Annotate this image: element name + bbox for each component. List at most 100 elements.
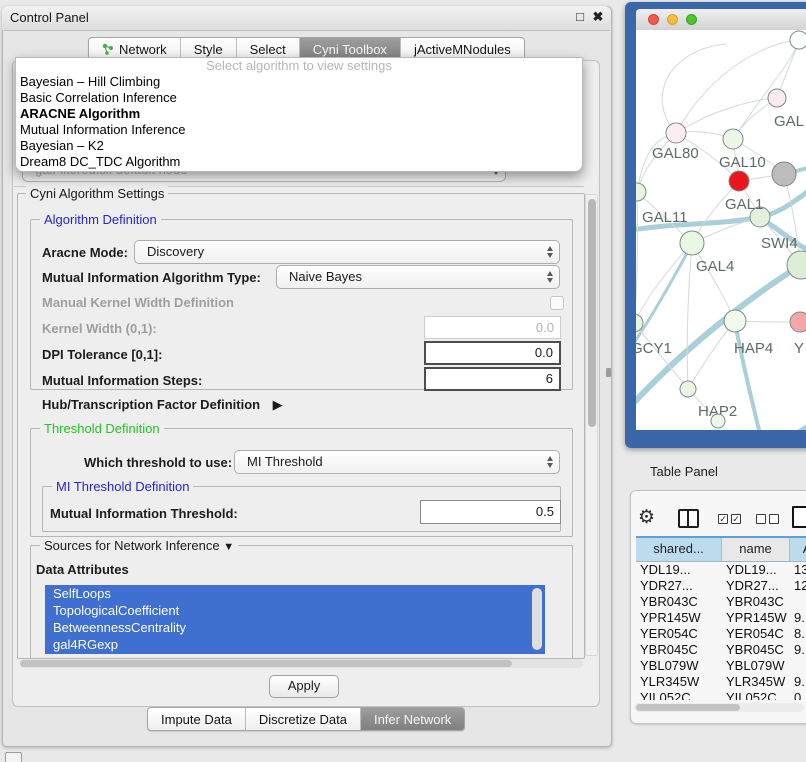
- kernel-width-field[interactable]: 0.0: [424, 316, 561, 339]
- network-node-label: HAP4: [734, 340, 773, 357]
- table-row[interactable]: YDR27...YDR27...12: [636, 578, 806, 594]
- table-cell: 9.: [790, 642, 806, 658]
- algorithm-dropdown-item[interactable]: Bayesian – Hill Climbing: [16, 74, 582, 90]
- table-cell: 12: [790, 578, 806, 594]
- network-node[interactable]: [711, 414, 725, 428]
- network-node-gal80[interactable]: [666, 123, 686, 143]
- table-cell: YLR345W: [722, 674, 790, 690]
- network-edge: [636, 192, 638, 323]
- attribute-item[interactable]: BetweennessCentrality: [45, 619, 545, 636]
- table-cell: YBL079W: [636, 658, 722, 674]
- mi-threshold-field[interactable]: 0.5: [420, 500, 561, 524]
- table-row[interactable]: YLR345WYLR345W9.: [636, 674, 806, 690]
- table-cell: YDR27...: [722, 578, 790, 594]
- network-window-titlebar[interactable]: [636, 9, 806, 31]
- table-row[interactable]: YPR145WYPR145W9.: [636, 610, 806, 626]
- network-node-y[interactable]: [790, 312, 806, 332]
- document-icon[interactable]: [792, 506, 806, 528]
- table-row[interactable]: YBR043CYBR043C: [636, 594, 806, 610]
- columns-icon[interactable]: [678, 509, 699, 528]
- tab-label: jActiveMNodules: [414, 42, 511, 57]
- network-node[interactable]: [772, 162, 796, 186]
- table-cell: YIL052C: [722, 690, 790, 700]
- gear-icon[interactable]: ⚙: [638, 508, 655, 527]
- minimize-traffic-light-icon[interactable]: [667, 14, 678, 25]
- network-node-label: GAL11: [642, 209, 688, 226]
- column-header-3[interactable]: A...: [790, 538, 806, 561]
- attribute-item[interactable]: gal4RGexp: [45, 636, 545, 653]
- tab-impute-data[interactable]: Impute Data: [148, 708, 245, 730]
- select-all-columns-icon[interactable]: ✓ ✓: [718, 514, 741, 524]
- float-window-icon[interactable]: □: [572, 9, 588, 25]
- network-node-label: GAL10: [719, 154, 766, 171]
- attribute-item[interactable]: SelfLoops: [45, 585, 545, 602]
- algorithm-dropdown-item[interactable]: Basic Correlation Inference: [16, 90, 582, 106]
- network-graph: GALGAL80GAL10GAL11GAL1SWI4GAL4GCY1HAP4YH…: [636, 30, 806, 430]
- network-node[interactable]: [729, 171, 749, 191]
- network-node-hap2[interactable]: [680, 381, 696, 397]
- network-node-gal4[interactable]: [680, 231, 704, 255]
- tab-infer-network[interactable]: Infer Network: [360, 708, 464, 730]
- table-row[interactable]: YBL079WYBL079W: [636, 658, 806, 674]
- aracne-mode-combo[interactable]: Discovery: [134, 240, 560, 264]
- settings-hscrollbar-thumb[interactable]: [20, 660, 512, 667]
- minimized-panel-icon[interactable]: [5, 752, 22, 762]
- table-cell: 9.: [790, 610, 806, 626]
- tab-discretize-data[interactable]: Discretize Data: [245, 708, 360, 730]
- attribute-item[interactable]: TopologicalCoefficient: [45, 602, 545, 619]
- network-edge: [662, 44, 726, 133]
- which-threshold-combo[interactable]: MI Threshold: [234, 450, 560, 474]
- unchecked-box-icon: [769, 514, 779, 524]
- table-cell: YDL19...: [636, 562, 722, 578]
- table-row[interactable]: YIL052CYIL052C0.: [636, 690, 806, 700]
- table-row[interactable]: YBR045CYBR045C9.: [636, 642, 806, 658]
- network-node-gal10[interactable]: [723, 129, 743, 149]
- splitter-handle[interactable]: [606, 368, 611, 377]
- stepper-icon: [547, 271, 553, 283]
- table-cell: YDL19...: [722, 562, 790, 578]
- apply-button[interactable]: Apply: [269, 675, 339, 698]
- table-cell: YBR045C: [722, 642, 790, 658]
- settings-scrollbar[interactable]: [585, 194, 598, 656]
- network-node-hap4[interactable]: [724, 310, 746, 332]
- algorithm-dropdown-item[interactable]: ARACNE Algorithm: [16, 106, 582, 122]
- column-header-1[interactable]: shared...: [636, 538, 722, 561]
- algorithm-dropdown-item[interactable]: Bayesian – K2: [16, 138, 582, 154]
- algorithm-dropdown-item[interactable]: Mutual Information Inference: [16, 122, 582, 138]
- tab-label: Impute Data: [161, 712, 232, 727]
- table-hscrollbar-thumb[interactable]: [636, 704, 740, 711]
- algorithm-dropdown-item[interactable]: Dream8 DC_TDC Algorithm: [16, 154, 582, 170]
- network-node-gal[interactable]: [768, 89, 786, 107]
- settings-scrollbar-thumb[interactable]: [588, 199, 596, 427]
- deselect-all-columns-icon[interactable]: [756, 514, 779, 524]
- bottom-tabs: Impute Data Discretize DataInfer Network: [147, 707, 465, 731]
- which-threshold-value: MI Threshold: [247, 454, 323, 469]
- column-header-2[interactable]: name: [722, 538, 790, 561]
- close-traffic-light-icon[interactable]: [648, 14, 659, 25]
- tab-label: Select: [250, 42, 286, 57]
- close-window-icon[interactable]: ✖: [590, 9, 606, 25]
- table-row[interactable]: YER054CYER054C8.: [636, 626, 806, 642]
- threshold-definition-title: Threshold Definition: [40, 421, 164, 436]
- settings-hscrollbar[interactable]: [20, 659, 583, 668]
- sources-group-toggle[interactable]: Sources for Network Inference ▼: [40, 538, 238, 553]
- aracne-mode-label: Aracne Mode:: [42, 245, 128, 260]
- mi-steps-field[interactable]: 6: [424, 367, 561, 391]
- network-node[interactable]: [790, 31, 806, 49]
- cyni-algorithm-settings-title: Cyni Algorithm Settings: [26, 186, 168, 201]
- attributes-scrollbar-thumb[interactable]: [532, 588, 542, 650]
- algorithm-definition-title: Algorithm Definition: [40, 212, 161, 227]
- hub-tf-definition-toggle[interactable]: Hub/Transcription Factor Definition ▶: [42, 396, 283, 414]
- table-header-row: shared...nameA...: [636, 536, 806, 562]
- network-canvas[interactable]: GALGAL80GAL10GAL11GAL1SWI4GAL4GCY1HAP4YH…: [636, 30, 806, 430]
- dpi-tolerance-field[interactable]: 0.0: [424, 341, 561, 365]
- table-row[interactable]: YDL19...YDL19...13: [636, 562, 806, 578]
- table-hscrollbar[interactable]: [634, 703, 804, 712]
- mi-algorithm-type-combo[interactable]: Naive Bayes: [276, 265, 560, 289]
- network-node-label: GAL4: [696, 258, 734, 275]
- table-cell: 0.: [790, 690, 806, 700]
- manual-kernel-width-checkbox[interactable]: [550, 296, 564, 310]
- network-node-label: Y: [794, 340, 804, 357]
- network-edge: [687, 243, 692, 389]
- zoom-traffic-light-icon[interactable]: [686, 14, 697, 25]
